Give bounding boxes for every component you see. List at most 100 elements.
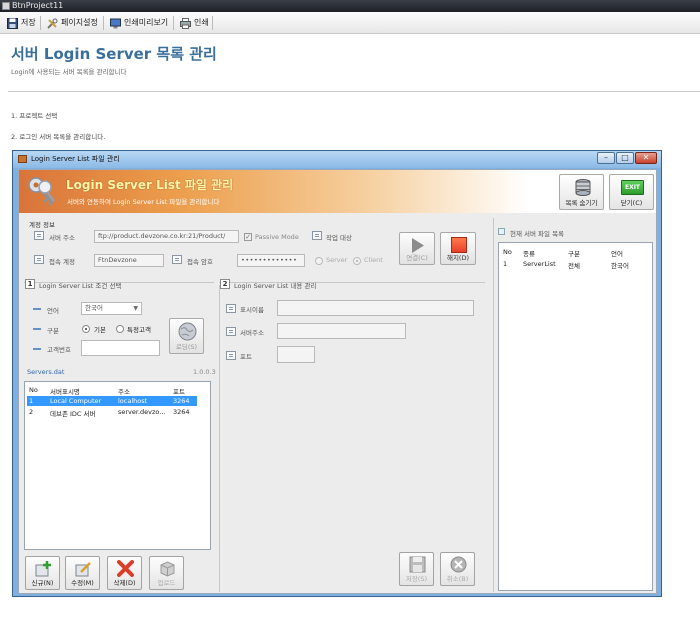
id-card-icon bbox=[34, 255, 44, 264]
column-header-no[interactable]: No bbox=[29, 386, 38, 394]
step-2-text: 2. 로그인 서버 목록을 관리합니다. bbox=[11, 133, 106, 141]
server-address-field[interactable]: ftp://product.devzone.co.kr:21/Product/ bbox=[94, 230, 239, 243]
delete-label: 삭제(D) bbox=[113, 579, 136, 587]
close-label: 닫기(C) bbox=[620, 199, 643, 207]
row-address: localhost bbox=[118, 397, 148, 405]
delete-icon bbox=[117, 560, 134, 577]
servers-version: 1.0.0.3 bbox=[193, 368, 216, 376]
passive-mode-checkbox[interactable]: ✓ bbox=[244, 233, 252, 241]
edit-icon bbox=[75, 562, 91, 577]
window-close-button[interactable]: ✕ bbox=[635, 152, 657, 164]
table-row[interactable]: 1 Local Computer localhost 3264 bbox=[27, 396, 197, 406]
account-field[interactable]: FtnDevzone bbox=[94, 254, 164, 267]
row-address: server.devzo... bbox=[118, 408, 166, 416]
password-label: 접속 암호 bbox=[187, 258, 213, 266]
table-row[interactable]: 1 ServerList 전체 한국어 bbox=[501, 259, 651, 270]
window-titlebar[interactable]: Login Server List 파일 관리 – □ ✕ bbox=[13, 151, 661, 168]
customer-no-input[interactable] bbox=[81, 340, 160, 356]
database-icon bbox=[575, 179, 591, 196]
toolbar-separator bbox=[173, 16, 174, 30]
upload-label: 업로드 bbox=[157, 579, 176, 587]
close-button[interactable]: EXIT 닫기(C) bbox=[609, 174, 654, 210]
print-button[interactable]: 인쇄 bbox=[177, 15, 212, 31]
content-cancel-button[interactable]: 취소(B) bbox=[440, 552, 475, 586]
page-divider bbox=[8, 91, 700, 92]
content-save-label: 저장(S) bbox=[405, 575, 428, 583]
passive-mode-label: Passive Mode bbox=[255, 233, 299, 241]
file-list-icon bbox=[498, 228, 505, 235]
minimize-button[interactable]: – bbox=[597, 152, 615, 164]
right-panel-border bbox=[493, 218, 494, 592]
current-column-kind[interactable]: 종류 bbox=[523, 248, 535, 258]
section-2-number: 2 bbox=[220, 279, 230, 289]
target-label: 작업 대상 bbox=[326, 234, 352, 242]
load-button[interactable]: 로딩(S) bbox=[169, 318, 204, 354]
document-icon bbox=[226, 304, 236, 313]
save-toolbar-button[interactable]: 저장 bbox=[4, 15, 39, 31]
row-port: 3264 bbox=[173, 397, 190, 405]
window-title: Login Server List 파일 관리 bbox=[31, 155, 120, 163]
toolbar-separator bbox=[212, 16, 213, 30]
content-server-address-input[interactable] bbox=[277, 323, 406, 339]
document-icon bbox=[226, 327, 236, 336]
type-basic-radio[interactable] bbox=[82, 325, 90, 333]
language-select-value: 한국어 bbox=[85, 304, 103, 312]
app-title: BtnProject11 bbox=[12, 1, 64, 10]
current-column-lang[interactable]: 언어 bbox=[611, 248, 623, 258]
list-hide-button[interactable]: 목록 숨기기 bbox=[559, 174, 604, 210]
section-2-border bbox=[219, 285, 220, 592]
page-setup-label: 페이지설정 bbox=[61, 18, 98, 27]
row-name: Local Computer bbox=[50, 397, 102, 405]
type-special-radio[interactable] bbox=[116, 325, 124, 333]
client-radio[interactable] bbox=[353, 257, 361, 265]
type-label: 구분 bbox=[47, 327, 59, 335]
current-file-list[interactable]: No 종류 구분 언어 1 ServerList 전체 한국어 bbox=[498, 242, 653, 591]
print-preview-label: 인쇄미리보기 bbox=[124, 18, 169, 27]
customer-no-label: 고객번호 bbox=[47, 346, 71, 354]
cancel-icon bbox=[450, 556, 467, 573]
servers-list[interactable]: No 서버표시명 주소 포트 1 Local Computer localhos… bbox=[24, 381, 211, 550]
window-body: Login Server List 파일 관리 서버와 연동하여 Login S… bbox=[18, 169, 657, 594]
page-setup-button[interactable]: 페이지설정 bbox=[44, 15, 101, 31]
server-radio-label: Server bbox=[326, 256, 348, 264]
disconnect-label: 해지(D) bbox=[446, 254, 470, 262]
server-radio[interactable] bbox=[315, 257, 323, 265]
column-header-address[interactable]: 주소 bbox=[118, 386, 130, 396]
toolbar-separator bbox=[40, 16, 41, 30]
edit-label: 수정(M) bbox=[71, 579, 94, 587]
port-label: 포트 bbox=[240, 353, 252, 361]
row-no: 1 bbox=[29, 397, 34, 405]
table-row[interactable]: 2 데브존 IDC 서버 server.devzo... 3264 bbox=[27, 407, 197, 418]
maximize-button[interactable]: □ bbox=[616, 152, 634, 164]
row-type: 전체 bbox=[568, 262, 580, 270]
port-input[interactable] bbox=[277, 346, 315, 363]
edit-button[interactable]: 수정(M) bbox=[65, 556, 100, 590]
connect-button[interactable]: 연결(C) bbox=[399, 232, 435, 265]
save-toolbar-label: 저장 bbox=[21, 18, 36, 27]
server-address-label: 서버 주소 bbox=[49, 234, 75, 242]
id-card-icon bbox=[34, 231, 44, 240]
column-header-port[interactable]: 포트 bbox=[173, 386, 185, 396]
display-name-input[interactable] bbox=[277, 300, 474, 316]
banner-subtitle: 서버와 연동하여 Login Server List 파일을 관리합니다 bbox=[67, 198, 220, 206]
print-preview-button[interactable]: 인쇄미리보기 bbox=[107, 15, 171, 31]
column-header-name[interactable]: 서버표시명 bbox=[50, 386, 80, 396]
section-1-title: Login Server List 조건 선택 bbox=[39, 282, 122, 290]
banner: Login Server List 파일 관리 서버와 연동하여 Login S… bbox=[19, 170, 656, 213]
page-subtitle: Login에 사용되는 서버 목록을 관리합니다 bbox=[11, 68, 127, 76]
current-column-type[interactable]: 구분 bbox=[568, 248, 580, 258]
globe-icon bbox=[178, 322, 197, 341]
bullet-icon bbox=[33, 348, 41, 350]
language-select[interactable]: 한국어 ▼ bbox=[81, 302, 142, 315]
delete-button[interactable]: 삭제(D) bbox=[107, 556, 142, 590]
new-button[interactable]: 신규(N) bbox=[25, 556, 60, 590]
current-column-no[interactable]: No bbox=[503, 248, 512, 256]
language-label: 언어 bbox=[47, 307, 59, 315]
content-server-address-label: 서버주소 bbox=[240, 329, 264, 337]
upload-button[interactable]: 업로드 bbox=[149, 556, 184, 590]
disconnect-button[interactable]: 해지(D) bbox=[440, 232, 476, 265]
step-1-text: 1. 프로젝트 선택 bbox=[11, 112, 58, 120]
document-icon bbox=[226, 351, 236, 360]
password-field[interactable]: ••••••••••••• bbox=[237, 254, 305, 267]
content-save-button[interactable]: 저장(S) bbox=[399, 552, 434, 586]
